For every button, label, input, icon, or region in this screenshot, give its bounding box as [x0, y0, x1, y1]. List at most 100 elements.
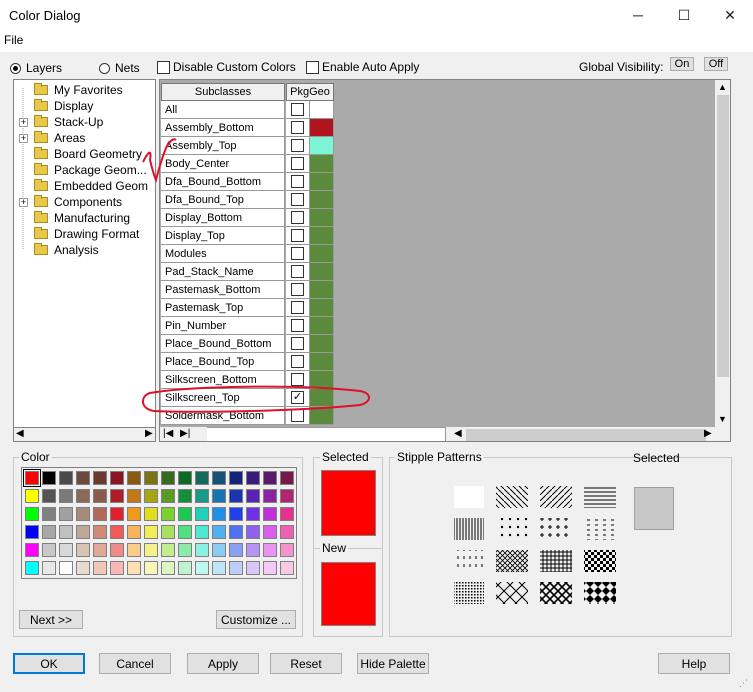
sheet-tab[interactable]	[207, 427, 446, 441]
color-swatch[interactable]	[76, 507, 90, 521]
resize-grip-icon[interactable]: ⋰	[739, 678, 748, 689]
color-swatch[interactable]	[263, 525, 277, 539]
subclass-color-cell[interactable]	[310, 335, 334, 353]
subclass-visibility-checkbox[interactable]	[291, 247, 304, 260]
subclass-color-cell[interactable]	[310, 209, 334, 227]
help-button[interactable]: Help	[658, 653, 730, 674]
color-swatch[interactable]	[59, 507, 73, 521]
color-swatch[interactable]	[246, 471, 260, 485]
color-swatch[interactable]	[76, 543, 90, 557]
tree-item[interactable]: Analysis	[34, 242, 99, 258]
subclass-color-cell[interactable]	[310, 353, 334, 371]
color-swatch[interactable]	[110, 507, 124, 521]
color-swatch[interactable]	[280, 489, 294, 503]
color-swatch[interactable]	[280, 543, 294, 557]
subclass-color-cell[interactable]	[310, 263, 334, 281]
color-swatch[interactable]	[59, 543, 73, 557]
grid-scroll-right-icon[interactable]: ▶	[704, 428, 712, 439]
subclass-visibility-checkbox[interactable]	[291, 319, 304, 332]
color-swatch[interactable]	[212, 543, 226, 557]
grid-hscroll-thumb[interactable]	[466, 429, 706, 441]
color-swatch[interactable]	[25, 507, 39, 521]
subclass-visibility-checkbox[interactable]	[291, 139, 304, 152]
color-swatch[interactable]	[212, 489, 226, 503]
color-swatch[interactable]	[212, 561, 226, 575]
color-swatch[interactable]	[42, 543, 56, 557]
color-swatch[interactable]	[127, 543, 141, 557]
color-swatch[interactable]	[127, 561, 141, 575]
subclass-visibility-checkbox[interactable]: ✓	[291, 391, 304, 404]
subclass-color-cell[interactable]	[310, 281, 334, 299]
color-swatch[interactable]	[161, 543, 175, 557]
color-swatch[interactable]	[178, 471, 192, 485]
color-swatch[interactable]	[42, 471, 56, 485]
color-swatch[interactable]	[42, 561, 56, 575]
ok-button[interactable]: OK	[13, 653, 85, 674]
color-swatch[interactable]	[246, 507, 260, 521]
color-swatch[interactable]	[144, 507, 158, 521]
color-swatch[interactable]	[42, 525, 56, 539]
color-swatch[interactable]	[93, 525, 107, 539]
next-button[interactable]: Next >>	[19, 610, 83, 629]
subclass-visibility-checkbox[interactable]	[291, 337, 304, 350]
color-swatch[interactable]	[229, 507, 243, 521]
color-swatch[interactable]	[42, 507, 56, 521]
minimize-button[interactable]: ─	[615, 0, 661, 30]
color-swatch[interactable]	[59, 561, 73, 575]
color-swatch[interactable]	[161, 507, 175, 521]
subclass-visibility-checkbox[interactable]	[291, 373, 304, 386]
color-swatch[interactable]	[144, 561, 158, 575]
subclasses-header[interactable]: Subclasses	[161, 83, 285, 101]
subclass-visibility-checkbox[interactable]	[291, 229, 304, 242]
scroll-right-icon[interactable]: ▶	[145, 428, 153, 439]
color-swatch[interactable]	[178, 561, 192, 575]
tree-item[interactable]: Display	[34, 98, 93, 114]
layers-radio[interactable]: Layers	[10, 61, 62, 75]
scroll-down-icon[interactable]: ▼	[718, 414, 727, 424]
tree-expand-icon[interactable]: +	[19, 118, 28, 127]
color-swatch[interactable]	[110, 561, 124, 575]
color-swatch[interactable]	[25, 525, 39, 539]
color-swatch[interactable]	[93, 507, 107, 521]
color-swatch[interactable]	[212, 525, 226, 539]
global-visibility-on-button[interactable]: On	[670, 57, 694, 71]
color-swatch[interactable]	[280, 561, 294, 575]
color-swatch[interactable]	[195, 507, 209, 521]
color-swatch[interactable]	[178, 507, 192, 521]
color-swatch[interactable]	[195, 543, 209, 557]
customize-button[interactable]: Customize ...	[216, 610, 296, 629]
color-swatch[interactable]	[161, 525, 175, 539]
color-swatch[interactable]	[93, 489, 107, 503]
color-swatch[interactable]	[263, 561, 277, 575]
subclass-color-cell[interactable]	[310, 371, 334, 389]
tree-item[interactable]: Components	[34, 194, 122, 210]
subclass-visibility-checkbox[interactable]	[291, 283, 304, 296]
tree-item[interactable]: Embedded Geom	[34, 178, 148, 194]
tree-item[interactable]: Stack-Up	[34, 114, 103, 130]
color-swatch[interactable]	[76, 525, 90, 539]
tree-item[interactable]: Areas	[34, 130, 85, 146]
subclass-visibility-checkbox[interactable]	[291, 355, 304, 368]
grid-vertical-scrollbar[interactable]: ▲ ▼	[715, 80, 730, 427]
enable-auto-apply-box[interactable]	[306, 60, 319, 74]
color-swatch[interactable]	[25, 489, 39, 503]
scroll-left-icon[interactable]: ◀	[16, 428, 24, 439]
color-swatch[interactable]	[263, 489, 277, 503]
hide-palette-button[interactable]: Hide Palette	[357, 653, 429, 674]
close-button[interactable]: ✕	[707, 0, 753, 30]
subclass-color-cell[interactable]	[310, 389, 334, 407]
color-swatch[interactable]	[246, 561, 260, 575]
color-swatch[interactable]	[23, 469, 41, 487]
grid-scroll-left-icon[interactable]: ◀	[454, 428, 462, 439]
color-swatch[interactable]	[212, 507, 226, 521]
subclass-visibility-checkbox[interactable]	[291, 301, 304, 314]
color-swatch[interactable]	[25, 543, 39, 557]
color-swatch[interactable]	[161, 471, 175, 485]
color-swatch[interactable]	[76, 561, 90, 575]
tree-item[interactable]: My Favorites	[34, 82, 123, 98]
color-swatch[interactable]	[144, 525, 158, 539]
color-swatch[interactable]	[195, 525, 209, 539]
apply-button[interactable]: Apply	[187, 653, 259, 674]
color-swatch[interactable]	[246, 543, 260, 557]
color-swatch[interactable]	[280, 471, 294, 485]
